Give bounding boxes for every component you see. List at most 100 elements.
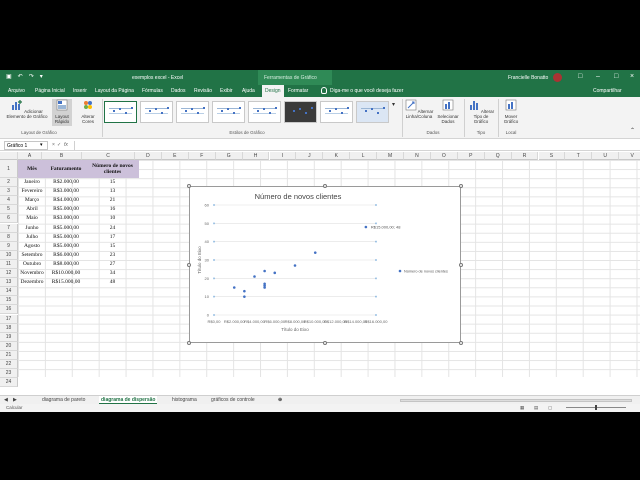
column-header-c[interactable]: C	[82, 152, 135, 160]
add-chart-element-button[interactable]: Adicionar Elemento de Gráfico	[4, 99, 50, 119]
row-header-23[interactable]: 23	[0, 369, 18, 379]
chart-resize-handle[interactable]	[187, 184, 191, 188]
table-cell[interactable]: R$5.000,00	[46, 243, 86, 249]
cancel-icon[interactable]: ×	[52, 142, 55, 148]
column-header-r[interactable]: R	[511, 152, 539, 160]
sheet-tab-pareto[interactable]: diagrama de pareto	[42, 397, 85, 403]
row-header-7[interactable]: 7	[0, 223, 18, 233]
table-cell[interactable]: 13	[86, 188, 139, 194]
tab-formatar[interactable]: Formatar	[288, 88, 308, 94]
tab-revisao[interactable]: Revisão	[194, 88, 212, 94]
scatter-chart[interactable]: Número de novos clientes 0 10 20 30 40 50 60 R$0…	[189, 186, 461, 343]
table-cell[interactable]: 10	[86, 215, 139, 221]
row-header-22[interactable]: 22	[0, 360, 18, 370]
chart-style-5[interactable]	[248, 101, 281, 123]
chart-resize-handle[interactable]	[323, 341, 327, 345]
header-faturamento[interactable]: Faturamento	[46, 160, 86, 178]
column-header-u[interactable]: U	[592, 152, 620, 160]
table-cell[interactable]: R$5.000,00	[46, 206, 86, 212]
column-header-q[interactable]: Q	[484, 152, 512, 160]
column-header-j[interactable]: J	[296, 152, 324, 160]
chart-resize-handle[interactable]	[459, 341, 463, 345]
table-cell[interactable]: Setembro	[18, 252, 46, 258]
row-header-12[interactable]: 12	[0, 269, 18, 279]
column-header-p[interactable]: P	[457, 152, 485, 160]
column-header-o[interactable]: O	[430, 152, 458, 160]
table-cell[interactable]: R$4.000,00	[46, 197, 86, 203]
user-name[interactable]: Francielle Bonatto	[508, 75, 548, 81]
tab-pagina-inicial[interactable]: Página Inicial	[35, 88, 65, 94]
chart-style-7[interactable]	[320, 101, 353, 123]
avatar[interactable]	[553, 73, 562, 82]
row-header-8[interactable]: 8	[0, 232, 18, 242]
table-cell[interactable]: Janeiro	[18, 179, 46, 185]
table-cell[interactable]: 27	[86, 261, 139, 267]
table-cell[interactable]: 16	[86, 206, 139, 212]
chart-resize-handle[interactable]	[323, 184, 327, 188]
column-header-s[interactable]: S	[538, 152, 566, 160]
table-cell[interactable]: R$3.000,00	[46, 188, 86, 194]
row-header-4[interactable]: 4	[0, 196, 18, 206]
row-header-19[interactable]: 19	[0, 332, 18, 342]
tab-exibir[interactable]: Exibir	[220, 88, 233, 94]
table-cell[interactable]: R$5.000,00	[46, 234, 86, 240]
table-cell[interactable]: 24	[86, 225, 139, 231]
chart-resize-handle[interactable]	[187, 341, 191, 345]
table-cell[interactable]: Julho	[18, 234, 46, 240]
column-header-t[interactable]: T	[565, 152, 593, 160]
row-header-14[interactable]: 14	[0, 287, 18, 297]
table-cell[interactable]: Outubro	[18, 261, 46, 267]
row-header-3[interactable]: 3	[0, 187, 18, 197]
chart-resize-handle[interactable]	[187, 262, 191, 267]
table-cell[interactable]: 15	[86, 243, 139, 249]
column-header-d[interactable]: D	[135, 152, 162, 160]
header-novos-clientes[interactable]: Número de novos clientes	[86, 160, 139, 178]
zoom-slider-thumb[interactable]	[595, 405, 597, 410]
formula-input[interactable]	[74, 141, 634, 150]
ribbon-display-icon[interactable]: □	[578, 73, 582, 80]
table-cell[interactable]: Dezembro	[18, 279, 46, 285]
chart-resize-handle[interactable]	[459, 262, 463, 267]
column-header-e[interactable]: E	[161, 152, 189, 160]
chart-style-6[interactable]	[284, 101, 317, 123]
table-cell[interactable]: Março	[18, 197, 46, 203]
quick-layout-button[interactable]: Layout Rápido	[52, 99, 72, 126]
column-header-i[interactable]: I	[269, 152, 297, 160]
row-header-24[interactable]: 24	[0, 378, 18, 388]
table-cell[interactable]: 21	[86, 197, 139, 203]
table-cell[interactable]: Fevereiro	[18, 188, 46, 194]
page-layout-view-icon[interactable]: ▤	[534, 405, 538, 411]
table-cell[interactable]: Junho	[18, 225, 46, 231]
switch-row-column-button[interactable]: Alternar Linha/Coluna	[404, 99, 434, 119]
sheet-next-icon[interactable]: ▶	[13, 397, 17, 403]
tab-layout-pagina[interactable]: Layout da Página	[95, 88, 134, 94]
table-cell[interactable]: R$10.000,00	[46, 270, 86, 276]
horizontal-scrollbar[interactable]	[400, 399, 632, 402]
tab-design[interactable]: Design	[262, 85, 284, 97]
row-header-15[interactable]: 15	[0, 296, 18, 306]
row-header-21[interactable]: 21	[0, 350, 18, 360]
share-button[interactable]: Compartilhar	[593, 88, 622, 94]
table-cell[interactable]: R$5.000,00	[46, 225, 86, 231]
table-cell[interactable]: R$6.000,00	[46, 252, 86, 258]
row-header-1[interactable]: 1	[0, 160, 18, 178]
row-header-6[interactable]: 6	[0, 214, 18, 224]
maximize-icon[interactable]: □	[614, 73, 618, 80]
chart-style-4[interactable]	[212, 101, 245, 123]
column-header-k[interactable]: K	[323, 152, 351, 160]
row-header-20[interactable]: 20	[0, 341, 18, 351]
enter-icon[interactable]: ✓	[57, 142, 61, 148]
table-cell[interactable]: Novembro	[18, 270, 46, 276]
normal-view-icon[interactable]: ▦	[520, 405, 524, 411]
row-header-9[interactable]: 9	[0, 241, 18, 251]
table-cell[interactable]: 17	[86, 234, 139, 240]
table-cell[interactable]: Abril	[18, 206, 46, 212]
table-cell[interactable]: 48	[86, 279, 139, 285]
row-header-5[interactable]: 5	[0, 205, 18, 215]
row-header-18[interactable]: 18	[0, 323, 18, 333]
column-header-l[interactable]: L	[350, 152, 378, 160]
column-header-a[interactable]: A	[18, 152, 42, 160]
table-cell[interactable]: R$8.000,00	[46, 261, 86, 267]
column-header-g[interactable]: G	[215, 152, 243, 160]
column-header-b[interactable]: B	[42, 152, 82, 160]
